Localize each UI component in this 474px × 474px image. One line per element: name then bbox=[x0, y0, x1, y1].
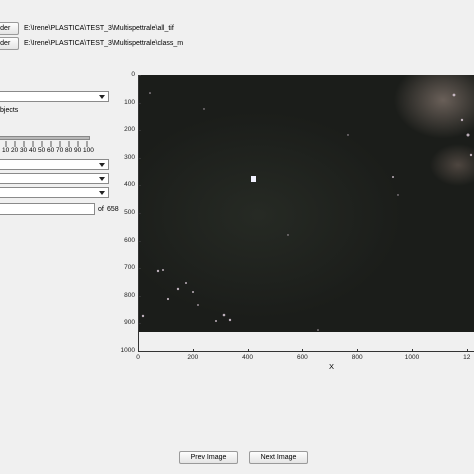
chevron-down-icon bbox=[99, 177, 105, 181]
objects-label: bjects bbox=[0, 107, 19, 114]
y-tick-label: 900 bbox=[124, 319, 135, 327]
y-tick-label: 700 bbox=[124, 264, 135, 272]
x-tick-label: 800 bbox=[351, 354, 363, 361]
select-image-folder-label: older bbox=[0, 25, 11, 32]
image-index-field[interactable] bbox=[0, 203, 95, 215]
x-tick-label: 0 bbox=[136, 354, 140, 361]
y-tick-label: 300 bbox=[124, 153, 135, 161]
slider-tick-label: 60 bbox=[47, 147, 55, 154]
y-tick-label: 0 bbox=[131, 71, 135, 78]
y-tick-mark bbox=[138, 323, 141, 325]
next-image-button[interactable]: Next Image bbox=[249, 451, 308, 464]
image-display[interactable] bbox=[138, 75, 474, 332]
slider-tick-label: 30 bbox=[20, 147, 28, 154]
image-axes bbox=[138, 75, 474, 352]
band-dropdown-3[interactable] bbox=[0, 187, 109, 198]
y-tick-label: 1000 bbox=[120, 347, 135, 354]
select-class-folder-label: older bbox=[0, 40, 11, 47]
x-tick-mark bbox=[138, 349, 139, 352]
y-tick-label: 200 bbox=[124, 126, 135, 134]
slider-tick-label: 50 bbox=[38, 147, 46, 154]
y-tick-label: 800 bbox=[124, 291, 135, 299]
x-tick-mark bbox=[247, 349, 249, 352]
y-tick-mark bbox=[138, 102, 141, 104]
slider-tick-label: 80 bbox=[65, 147, 73, 154]
next-image-label: Next Image bbox=[260, 454, 297, 461]
y-tick-mark bbox=[138, 157, 141, 159]
x-tick-label: 600 bbox=[296, 354, 308, 361]
prev-image-button[interactable]: Prev Image bbox=[179, 451, 238, 464]
slider-tick-label: 100 bbox=[83, 147, 94, 154]
class-dropdown[interactable] bbox=[0, 91, 109, 102]
y-tick-label: 400 bbox=[124, 181, 135, 189]
slider-tick-label: 20 bbox=[11, 147, 19, 154]
slider-tick-label: 40 bbox=[29, 147, 37, 154]
x-tick-label: 12 bbox=[463, 354, 471, 361]
slider-tick-label: 90 bbox=[74, 147, 82, 154]
class-folder-path: E:\Irene\PLASTICA\TEST_3\Multispettrale\… bbox=[24, 40, 184, 47]
of-label: of bbox=[98, 206, 104, 213]
x-tick-mark bbox=[412, 349, 413, 352]
chevron-down-icon bbox=[99, 163, 105, 167]
slider-track bbox=[0, 136, 90, 140]
x-tick-mark bbox=[192, 349, 194, 352]
chevron-down-icon bbox=[99, 95, 105, 99]
y-tick-mark bbox=[138, 185, 141, 187]
y-tick-mark bbox=[138, 295, 141, 297]
x-tick-mark bbox=[302, 349, 304, 352]
slider-labels: 0102030405060708090100 bbox=[0, 147, 94, 155]
x-tick-label: 400 bbox=[242, 354, 254, 361]
threshold-slider[interactable]: 0102030405060708090100 bbox=[0, 133, 94, 155]
x-tick-label: 1000 bbox=[404, 354, 420, 361]
x-axis-line bbox=[138, 351, 474, 352]
select-class-folder-button[interactable]: older bbox=[0, 37, 19, 50]
y-tick-label: 100 bbox=[124, 98, 135, 106]
image-folder-path: E:\Irene\PLASTICA\TEST_3\Multispettrale\… bbox=[24, 25, 174, 32]
band-dropdown-1[interactable] bbox=[0, 159, 109, 170]
chevron-down-icon bbox=[99, 191, 105, 195]
y-tick-mark bbox=[138, 268, 141, 270]
x-tick-mark bbox=[466, 349, 468, 352]
image-specks bbox=[141, 92, 473, 331]
x-axis-label: X bbox=[329, 362, 335, 371]
y-tick-mark bbox=[138, 75, 141, 76]
x-tick-mark bbox=[357, 349, 359, 352]
select-image-folder-button[interactable]: older bbox=[0, 22, 19, 35]
prev-image-label: Prev Image bbox=[190, 454, 227, 461]
slider-tick-label: 70 bbox=[56, 147, 64, 154]
slider-tick-label: 10 bbox=[2, 147, 10, 154]
band-dropdown-2[interactable] bbox=[0, 173, 109, 184]
y-tick-mark bbox=[138, 130, 141, 132]
x-tick-label: 200 bbox=[187, 354, 199, 361]
y-tick-mark bbox=[138, 213, 141, 214]
y-tick-mark bbox=[138, 240, 141, 242]
y-tick-label: 600 bbox=[124, 236, 135, 244]
y-tick-label: 500 bbox=[124, 209, 135, 216]
bright-object bbox=[251, 176, 256, 182]
